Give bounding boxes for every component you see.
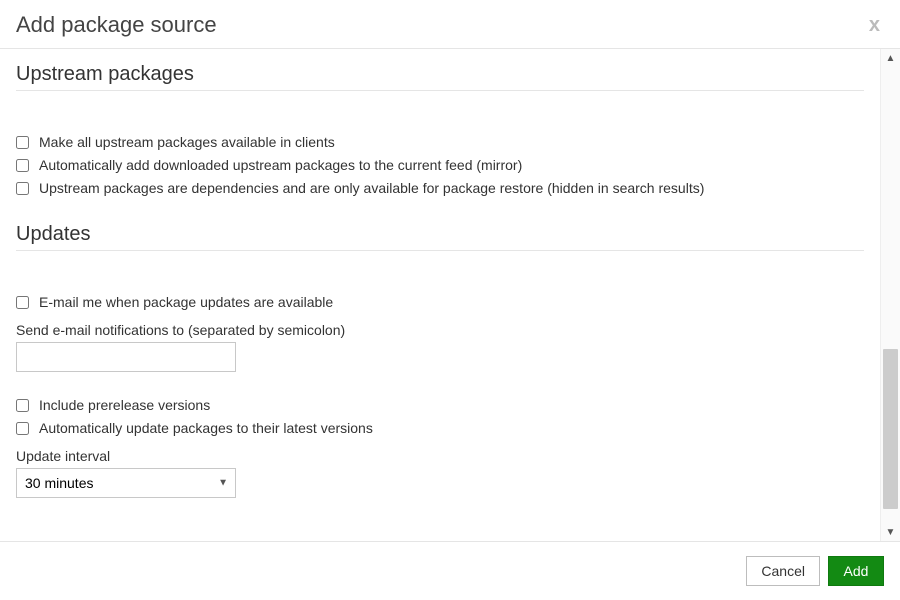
- select-update-interval[interactable]: 30 minutes: [16, 468, 236, 498]
- label-deps-only[interactable]: Upstream packages are dependencies and a…: [39, 180, 704, 196]
- add-package-source-dialog: Add package source x Upstream packages M…: [0, 0, 900, 600]
- label-email-to: Send e-mail notifications to (separated …: [16, 322, 864, 338]
- checkbox-make-available[interactable]: [16, 136, 29, 149]
- label-include-prerelease[interactable]: Include prerelease versions: [39, 397, 210, 413]
- cancel-button[interactable]: Cancel: [746, 556, 820, 586]
- checkbox-include-prerelease[interactable]: [16, 399, 29, 412]
- checkbox-email-notify[interactable]: [16, 296, 29, 309]
- dialog-footer: Cancel Add: [0, 541, 900, 600]
- checkbox-row-deps-only: Upstream packages are dependencies and a…: [16, 180, 864, 196]
- dialog-header: Add package source x: [0, 0, 900, 49]
- section-heading-upstream: Upstream packages: [16, 63, 864, 91]
- section-heading-updates: Updates: [16, 223, 864, 251]
- dialog-body: Upstream packages Make all upstream pack…: [0, 49, 880, 541]
- checkbox-row-auto-add-mirror: Automatically add downloaded upstream pa…: [16, 157, 864, 173]
- checkbox-auto-update-latest[interactable]: [16, 422, 29, 435]
- label-auto-add-mirror[interactable]: Automatically add downloaded upstream pa…: [39, 157, 522, 173]
- scroll-up-icon[interactable]: ▲: [881, 49, 900, 67]
- checkbox-auto-add-mirror[interactable]: [16, 159, 29, 172]
- checkbox-row-email-notify: E-mail me when package updates are avail…: [16, 294, 864, 310]
- vertical-scrollbar[interactable]: ▲ ▼: [880, 49, 900, 541]
- checkbox-row-include-prerelease: Include prerelease versions: [16, 397, 864, 413]
- dialog-body-wrap: Upstream packages Make all upstream pack…: [0, 49, 900, 541]
- dialog-title: Add package source: [16, 12, 217, 38]
- input-email-to[interactable]: [16, 342, 236, 372]
- label-make-available[interactable]: Make all upstream packages available in …: [39, 134, 335, 150]
- scroll-thumb[interactable]: [883, 349, 898, 509]
- scroll-down-icon[interactable]: ▼: [881, 523, 900, 541]
- label-auto-update-latest[interactable]: Automatically update packages to their l…: [39, 420, 373, 436]
- add-button[interactable]: Add: [828, 556, 884, 586]
- checkbox-deps-only[interactable]: [16, 182, 29, 195]
- close-icon[interactable]: x: [865, 15, 884, 35]
- select-wrap-update-interval: 30 minutes ▼: [16, 468, 236, 498]
- checkbox-row-auto-update-latest: Automatically update packages to their l…: [16, 420, 864, 436]
- label-update-interval: Update interval: [16, 448, 864, 464]
- label-email-notify[interactable]: E-mail me when package updates are avail…: [39, 294, 333, 310]
- checkbox-row-make-available: Make all upstream packages available in …: [16, 134, 864, 150]
